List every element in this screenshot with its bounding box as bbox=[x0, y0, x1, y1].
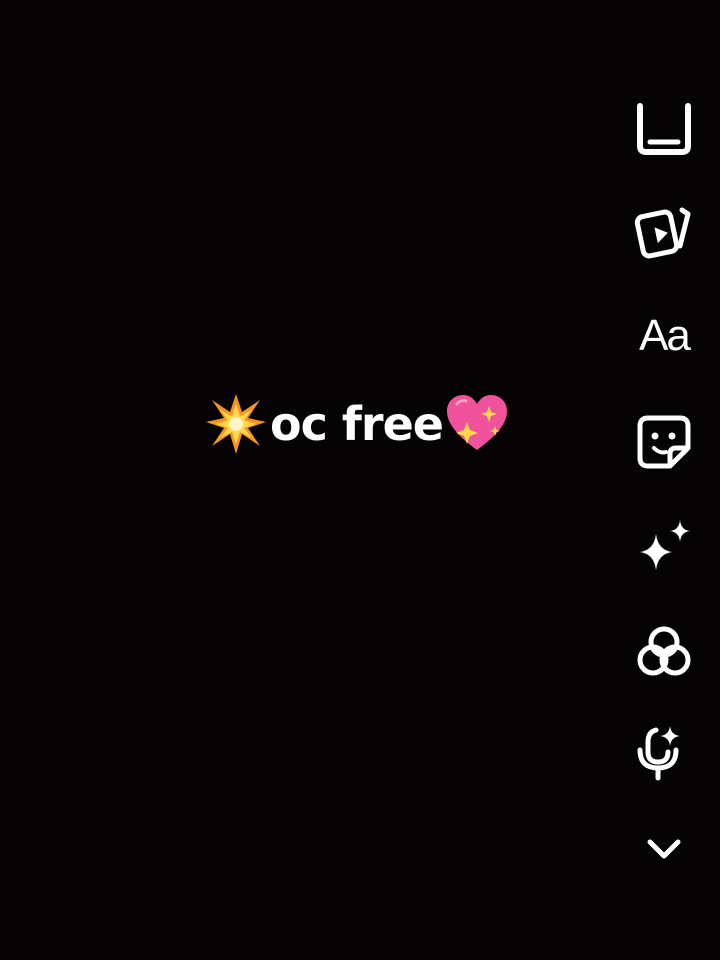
sticker-button[interactable] bbox=[630, 408, 698, 476]
effects-sparkle-icon bbox=[640, 520, 690, 570]
crop-icon bbox=[637, 103, 691, 155]
effects-button[interactable] bbox=[630, 512, 698, 580]
sparkling-heart-emoji-icon bbox=[446, 395, 507, 450]
editor-toolbar: Aa bbox=[620, 90, 710, 860]
collision-emoji-icon bbox=[206, 394, 266, 454]
filters-icon bbox=[637, 626, 691, 676]
crop-button[interactable] bbox=[630, 98, 698, 166]
sticker-icon bbox=[637, 415, 691, 469]
text-tool-label: Aa bbox=[639, 311, 691, 360]
story-editor-screen: oc free Aa bbox=[0, 0, 720, 960]
voice-effects-icon bbox=[637, 726, 680, 781]
more-chevron-icon bbox=[647, 839, 681, 859]
caption-text-overlay[interactable]: oc free bbox=[204, 392, 509, 456]
text-tool-button[interactable]: Aa bbox=[630, 302, 698, 370]
caption-label: oc free bbox=[270, 397, 444, 451]
clips-icon bbox=[634, 207, 691, 259]
filters-button[interactable] bbox=[630, 618, 698, 686]
more-tools-button[interactable] bbox=[630, 818, 698, 860]
voice-effects-button[interactable] bbox=[630, 718, 698, 786]
clips-button[interactable] bbox=[630, 198, 698, 266]
